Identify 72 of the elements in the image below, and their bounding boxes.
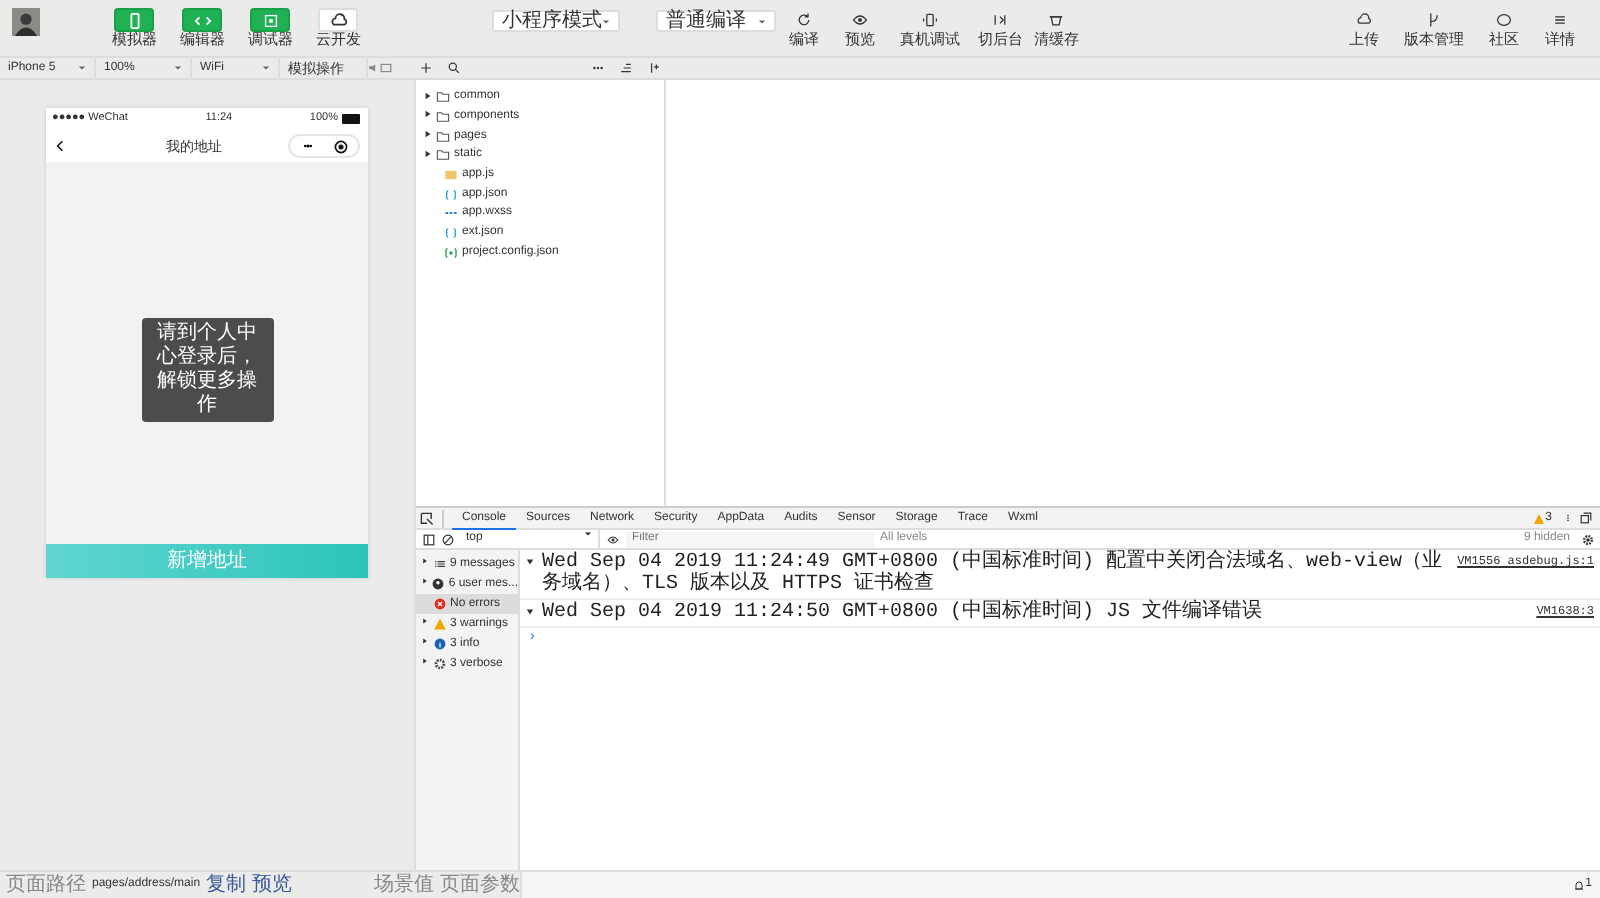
undock-icon — [1580, 512, 1592, 524]
clear-icon — [442, 533, 454, 545]
split-icon — [648, 62, 660, 74]
view-toggle-button[interactable] — [182, 8, 222, 32]
bell-icon — [1573, 879, 1584, 891]
config-file-icon — [444, 245, 458, 260]
capsule-button[interactable] — [288, 134, 360, 158]
json-file-icon — [444, 187, 458, 202]
expand-icon — [422, 558, 428, 565]
chat-icon — [1496, 12, 1512, 28]
copy-link[interactable]: 复制 — [206, 870, 247, 898]
expand-icon — [424, 130, 432, 139]
info-icon — [434, 638, 446, 650]
settings-icon — [1582, 533, 1594, 545]
list-icon — [434, 558, 446, 570]
expand-icon — [526, 558, 534, 566]
expand-icon — [526, 608, 534, 616]
view-toggle-button[interactable] — [250, 8, 290, 32]
path-label: 页面路径 — [6, 872, 86, 898]
console-message: Wed Sep 04 2019 11:24:49 GMT+0800 (中国标准时间) 配置中关闭合法域名、web-view（业务域名）、TLS 版本以及 HTTPS 证书检查 — [542, 552, 1445, 596]
add-icon — [420, 62, 432, 74]
window-icon — [380, 62, 392, 74]
debug-icon — [261, 11, 279, 29]
js-file-icon — [444, 168, 458, 183]
expand-icon — [422, 618, 428, 625]
gear-icon — [434, 658, 446, 670]
more-icon — [299, 142, 316, 150]
cache-icon — [1048, 12, 1064, 28]
caret-icon — [262, 64, 270, 72]
switch-icon — [992, 12, 1008, 28]
eye-icon — [852, 12, 868, 28]
expand-icon — [422, 578, 428, 585]
refresh-icon — [796, 12, 812, 28]
search-icon — [448, 62, 460, 74]
more-icon — [592, 62, 604, 74]
back-button[interactable] — [54, 138, 66, 154]
view-toggle-button[interactable] — [114, 8, 154, 32]
menu-icon — [1552, 12, 1568, 28]
caret-icon — [174, 64, 182, 72]
sidebar-toggle-icon — [422, 533, 436, 545]
collapse-icon — [620, 62, 632, 74]
upload-icon — [1356, 12, 1372, 28]
error-icon — [434, 598, 446, 610]
warning-icon — [434, 618, 446, 630]
expand-icon — [424, 149, 432, 158]
toast-message: 请到个人中心登录后，解锁更多操作 — [141, 318, 273, 422]
branch-icon — [1426, 12, 1442, 28]
battery-icon — [341, 114, 362, 124]
avatar-icon — [12, 8, 40, 36]
cloud-icon — [329, 11, 347, 29]
eye-icon — [606, 533, 620, 545]
phone-icon — [125, 11, 143, 29]
close-icon — [334, 139, 349, 153]
device-icon — [922, 12, 938, 28]
mode-select[interactable]: 小程序模式 — [492, 10, 620, 32]
caret-icon — [758, 17, 766, 25]
back-icon — [54, 138, 66, 154]
expand-icon — [422, 638, 428, 645]
expand-icon — [422, 658, 428, 665]
json-file-icon — [444, 226, 458, 241]
warning-icon — [1533, 513, 1544, 523]
expand-icon — [424, 110, 432, 119]
expand-icon — [424, 91, 432, 100]
preview-link[interactable]: 预览 — [252, 870, 293, 898]
inspect-icon — [420, 511, 434, 525]
user-icon — [432, 578, 445, 590]
volume-icon — [368, 62, 380, 74]
code-icon — [193, 11, 211, 29]
caret-icon — [602, 17, 610, 25]
compile-select[interactable]: 普通编译 — [656, 10, 776, 32]
console-message: Wed Sep 04 2019 11:24:50 GMT+0800 (中国标准时间) JS 文件编译错误 — [542, 602, 1265, 624]
caret-icon — [78, 64, 86, 72]
